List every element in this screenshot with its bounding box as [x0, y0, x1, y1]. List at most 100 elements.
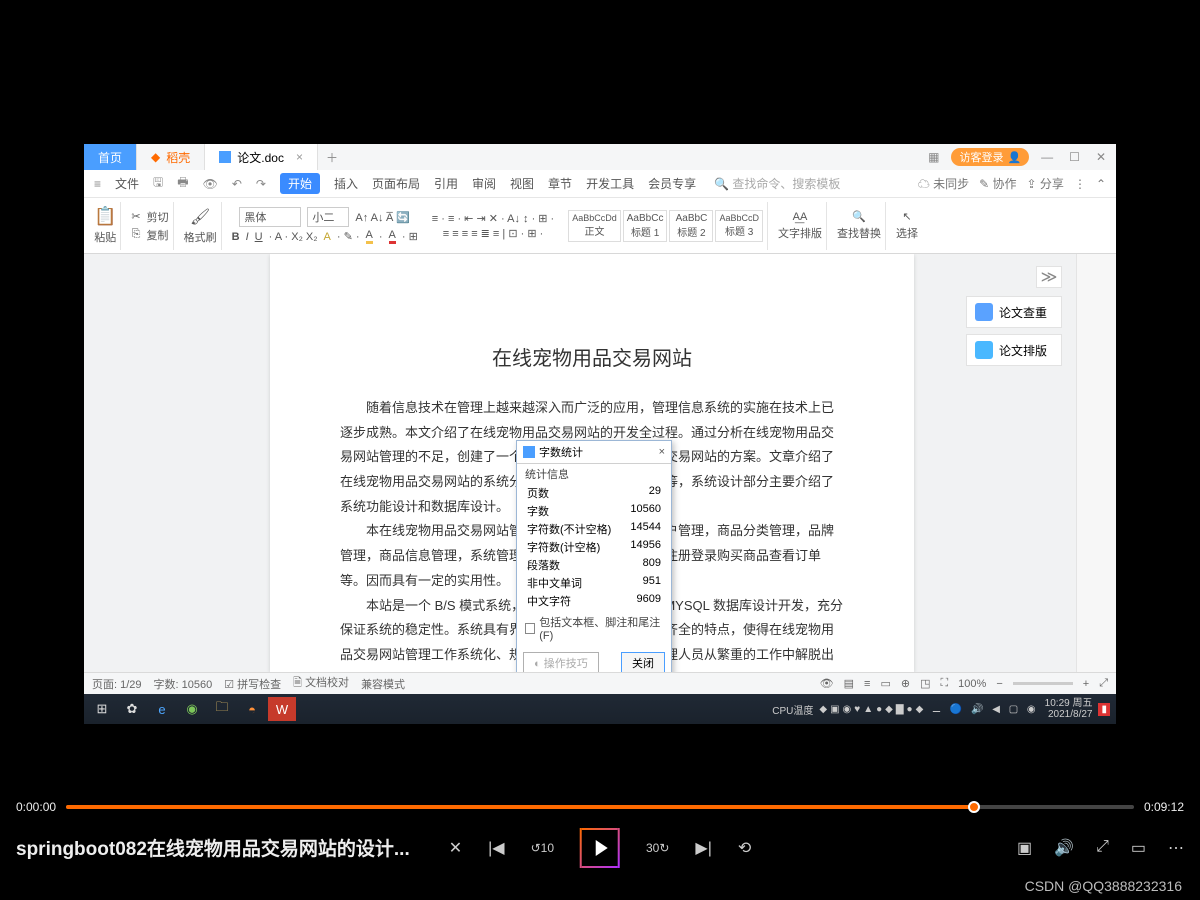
menu-chapter[interactable]: 章节 [548, 175, 572, 192]
close-window-button[interactable]: ✕ [1092, 150, 1110, 164]
menu-vip[interactable]: 会员专享 [648, 175, 696, 192]
text-layout[interactable]: 文字排版 [778, 225, 822, 241]
grid-icon[interactable]: ▦ [924, 150, 943, 164]
zoom-fit-icon[interactable]: ⛶ [940, 677, 948, 690]
view-page-icon[interactable]: ▤ [844, 677, 854, 690]
menu-view[interactable]: 视图 [510, 175, 534, 192]
style-h3[interactable]: AaBbCcD标题 3 [715, 210, 763, 242]
style-body[interactable]: AaBbCcDd正文 [568, 210, 621, 242]
redo-icon[interactable]: ↷ [256, 177, 266, 191]
menu-ref[interactable]: 引用 [434, 175, 458, 192]
notif-icon[interactable]: ▮ [1098, 703, 1110, 716]
zoom-value[interactable]: 100% [958, 678, 986, 690]
dialog-close-icon[interactable]: × [659, 446, 665, 458]
menu-icon[interactable]: ≡ [94, 177, 101, 191]
close-tab-icon[interactable]: × [296, 150, 303, 164]
find-replace[interactable]: 查找替换 [837, 225, 881, 241]
paper-layout-card[interactable]: 论文排版 [966, 334, 1062, 366]
theater-icon[interactable]: ▭ [1131, 838, 1146, 858]
cpu-temp[interactable]: CPU温度 [772, 702, 813, 717]
tab-document[interactable]: 论文.doc× [205, 144, 318, 170]
menu-review[interactable]: 审阅 [472, 175, 496, 192]
paste-button[interactable]: 粘贴 [94, 229, 116, 245]
tab-home[interactable]: 首页 [84, 144, 137, 170]
title-bar: 首页 ◆稻壳 论文.doc× ＋ ▦ 访客登录👤 — ☐ ✕ [84, 144, 1116, 170]
pip-icon[interactable]: ▣ [1017, 838, 1032, 858]
more-player-icon[interactable]: ⋯ [1168, 838, 1184, 858]
format-painter[interactable]: 格式刷 [184, 229, 217, 245]
progress-thumb[interactable] [968, 801, 980, 813]
word-count[interactable]: 字数: 10560 [154, 676, 213, 692]
ie-icon[interactable]: e [148, 697, 176, 721]
cut-button[interactable]: 剪切 [147, 209, 169, 225]
menu-start[interactable]: 开始 [280, 173, 320, 194]
select-button[interactable]: 选择 [896, 225, 918, 241]
collapse-ribbon-icon[interactable]: ⌃ [1096, 177, 1106, 191]
print-icon[interactable]: 🖶 [177, 173, 188, 194]
browser-icon[interactable]: ◉ [178, 697, 206, 721]
font-size[interactable]: 小二 [307, 207, 349, 227]
explorer-icon[interactable]: 🗀 [208, 697, 236, 721]
style-h2[interactable]: AaBbC标题 2 [669, 210, 713, 242]
close-button[interactable]: 关闭 [621, 652, 665, 672]
status-bar: 页面: 1/29 字数: 10560 ☑ 拼写检查 🗎 文档校对 兼容模式 👁 … [84, 672, 1116, 694]
tray-icons[interactable]: ◆▣◉♥▲●◆▇●◆ ⚊ 🔵 🔊 ◀ ▢ ◉ [819, 704, 1038, 715]
include-textbox-checkbox[interactable] [525, 623, 535, 634]
paper-check-card[interactable]: 论文查重 [966, 296, 1062, 328]
word-count-dialog: 字数统计× 统计信息 页数29 字数10560 字符数(不计空格)14544 字… [516, 440, 672, 672]
play-button[interactable] [580, 828, 620, 868]
minimize-button[interactable]: — [1037, 150, 1057, 164]
view-read-icon[interactable]: ▭ [880, 677, 890, 690]
view-eye-icon[interactable]: 👁 [820, 677, 834, 690]
more-icon[interactable]: ⋮ [1074, 177, 1086, 191]
coop-button[interactable]: ✎ 协作 [979, 175, 1016, 192]
fullscreen-player-icon[interactable]: ⤢ [1096, 838, 1109, 858]
zoom-out[interactable]: − [996, 678, 1002, 690]
sync-status[interactable]: ☁ 未同步 [918, 175, 969, 192]
start-button[interactable]: ⊞ [88, 697, 116, 721]
task-app-1[interactable]: ✿ [118, 697, 146, 721]
menu-insert[interactable]: 插入 [334, 175, 358, 192]
clock[interactable]: 10:29 周五2021/8/27 [1045, 698, 1093, 720]
app-icon[interactable]: ◓ [238, 697, 266, 721]
right-sidebar[interactable] [1076, 254, 1116, 672]
forward-icon[interactable]: 30↻ [646, 841, 669, 855]
progress-bar[interactable] [66, 805, 1134, 809]
menu-layout[interactable]: 页面布局 [372, 175, 420, 192]
spell-check[interactable]: ☑ 拼写检查 [224, 676, 281, 692]
copy-button[interactable]: 复制 [146, 227, 168, 243]
zoom-in[interactable]: + [1083, 678, 1089, 690]
style-h1[interactable]: AaBbCc标题 1 [623, 210, 668, 242]
tab-daoke[interactable]: ◆稻壳 [137, 144, 205, 170]
undo-icon[interactable]: ↶ [232, 177, 242, 191]
save-icon[interactable]: 🖫 [153, 173, 163, 194]
login-button[interactable]: 访客登录👤 [951, 148, 1029, 166]
tips-button[interactable]: ◐ 操作技巧 [523, 652, 599, 672]
collapse-icon[interactable]: ≫ [1036, 266, 1062, 288]
fullscreen-icon[interactable]: ⤢ [1099, 677, 1108, 690]
preview-icon[interactable]: 👁 [203, 177, 218, 191]
loop-icon[interactable]: ⟲ [738, 838, 751, 858]
proof-read[interactable]: 🗎 文档校对 [293, 674, 349, 693]
view-focus-icon[interactable]: ◳ [920, 677, 930, 690]
maximize-button[interactable]: ☐ [1065, 150, 1084, 164]
new-tab-button[interactable]: ＋ [318, 144, 346, 170]
command-search[interactable]: 🔍 查找命令、搜索模板 [714, 175, 840, 192]
font-name[interactable]: 黑体 [239, 207, 301, 227]
menu-bar: ≡ 文件 🖫 🖶 👁 ↶ ↷ 开始 插入 页面布局 引用 审阅 视图 章节 开发… [84, 170, 1116, 198]
dialog-icon [523, 446, 535, 458]
view-outline-icon[interactable]: ≡ [864, 678, 870, 690]
shuffle-icon[interactable]: ✕ [449, 838, 462, 858]
share-button[interactable]: ⇪ 分享 [1027, 175, 1064, 192]
volume-icon[interactable]: 🔊 [1054, 838, 1074, 858]
menu-dev[interactable]: 开发工具 [586, 175, 634, 192]
rewind-icon[interactable]: ↺10 [531, 841, 554, 855]
next-icon[interactable]: ▶| [695, 838, 711, 858]
zoom-slider[interactable] [1013, 682, 1073, 685]
menu-file[interactable]: 文件 [115, 175, 139, 192]
prev-icon[interactable]: |◀ [488, 838, 504, 858]
page-indicator[interactable]: 页面: 1/29 [92, 676, 142, 692]
wps-task-icon[interactable]: W [268, 697, 296, 721]
view-web-icon[interactable]: ⊕ [901, 677, 910, 690]
time-duration: 0:09:12 [1144, 800, 1184, 814]
